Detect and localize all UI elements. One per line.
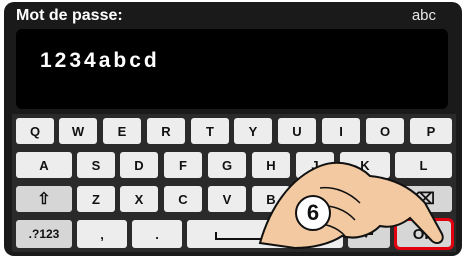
key-u[interactable]: U bbox=[278, 118, 316, 144]
key-p[interactable]: P bbox=[410, 118, 452, 144]
numbers-key[interactable]: .?123 bbox=[16, 220, 72, 248]
key-z[interactable]: Z bbox=[77, 186, 115, 212]
key-l[interactable]: L bbox=[395, 152, 452, 178]
key-o[interactable]: O bbox=[366, 118, 404, 144]
key-w[interactable]: W bbox=[59, 118, 97, 144]
key-e[interactable]: E bbox=[103, 118, 141, 144]
key-h[interactable]: H bbox=[252, 152, 290, 178]
key-a[interactable]: A bbox=[16, 152, 72, 178]
input-mode-indicator[interactable]: abc bbox=[412, 7, 436, 24]
key-y[interactable]: Y bbox=[234, 118, 272, 144]
key-j[interactable]: J bbox=[296, 152, 334, 178]
key-d[interactable]: D bbox=[120, 152, 158, 178]
password-dialog: Mot de passe: abc 1234abcd Q W E R T Y U… bbox=[4, 2, 462, 256]
key-k[interactable]: K bbox=[340, 152, 390, 178]
dialog-title: Mot de passe: bbox=[16, 7, 123, 24]
key-i[interactable]: I bbox=[322, 118, 360, 144]
period-key[interactable]: . bbox=[132, 220, 182, 248]
key-r[interactable]: R bbox=[147, 118, 185, 144]
space-bar-glyph bbox=[215, 232, 315, 240]
key-f[interactable]: F bbox=[164, 152, 202, 178]
key-t[interactable]: T bbox=[191, 118, 229, 144]
dialog-header: Mot de passe: abc bbox=[4, 2, 462, 28]
password-field[interactable]: 1234abcd bbox=[16, 29, 448, 109]
ok-key[interactable]: OK bbox=[394, 218, 454, 250]
key-s[interactable]: S bbox=[77, 152, 115, 178]
comma-key[interactable]: , bbox=[77, 220, 127, 248]
step-number-badge: 6 bbox=[295, 195, 331, 231]
key-m[interactable]: M bbox=[340, 186, 390, 212]
onscreen-keyboard: Q W E R T Y U I O P A S D F G H J K L ⇧ … bbox=[12, 114, 456, 252]
key-b[interactable]: B bbox=[252, 186, 290, 212]
backspace-key[interactable]: ⌫ bbox=[395, 186, 452, 212]
key-g[interactable]: G bbox=[208, 152, 246, 178]
key-c[interactable]: C bbox=[164, 186, 202, 212]
enter-key[interactable]: ↵ bbox=[348, 220, 390, 248]
shift-key[interactable]: ⇧ bbox=[16, 186, 72, 212]
key-q[interactable]: Q bbox=[16, 118, 54, 144]
key-v[interactable]: V bbox=[208, 186, 246, 212]
key-x[interactable]: X bbox=[120, 186, 158, 212]
password-value: 1234abcd bbox=[40, 49, 160, 72]
